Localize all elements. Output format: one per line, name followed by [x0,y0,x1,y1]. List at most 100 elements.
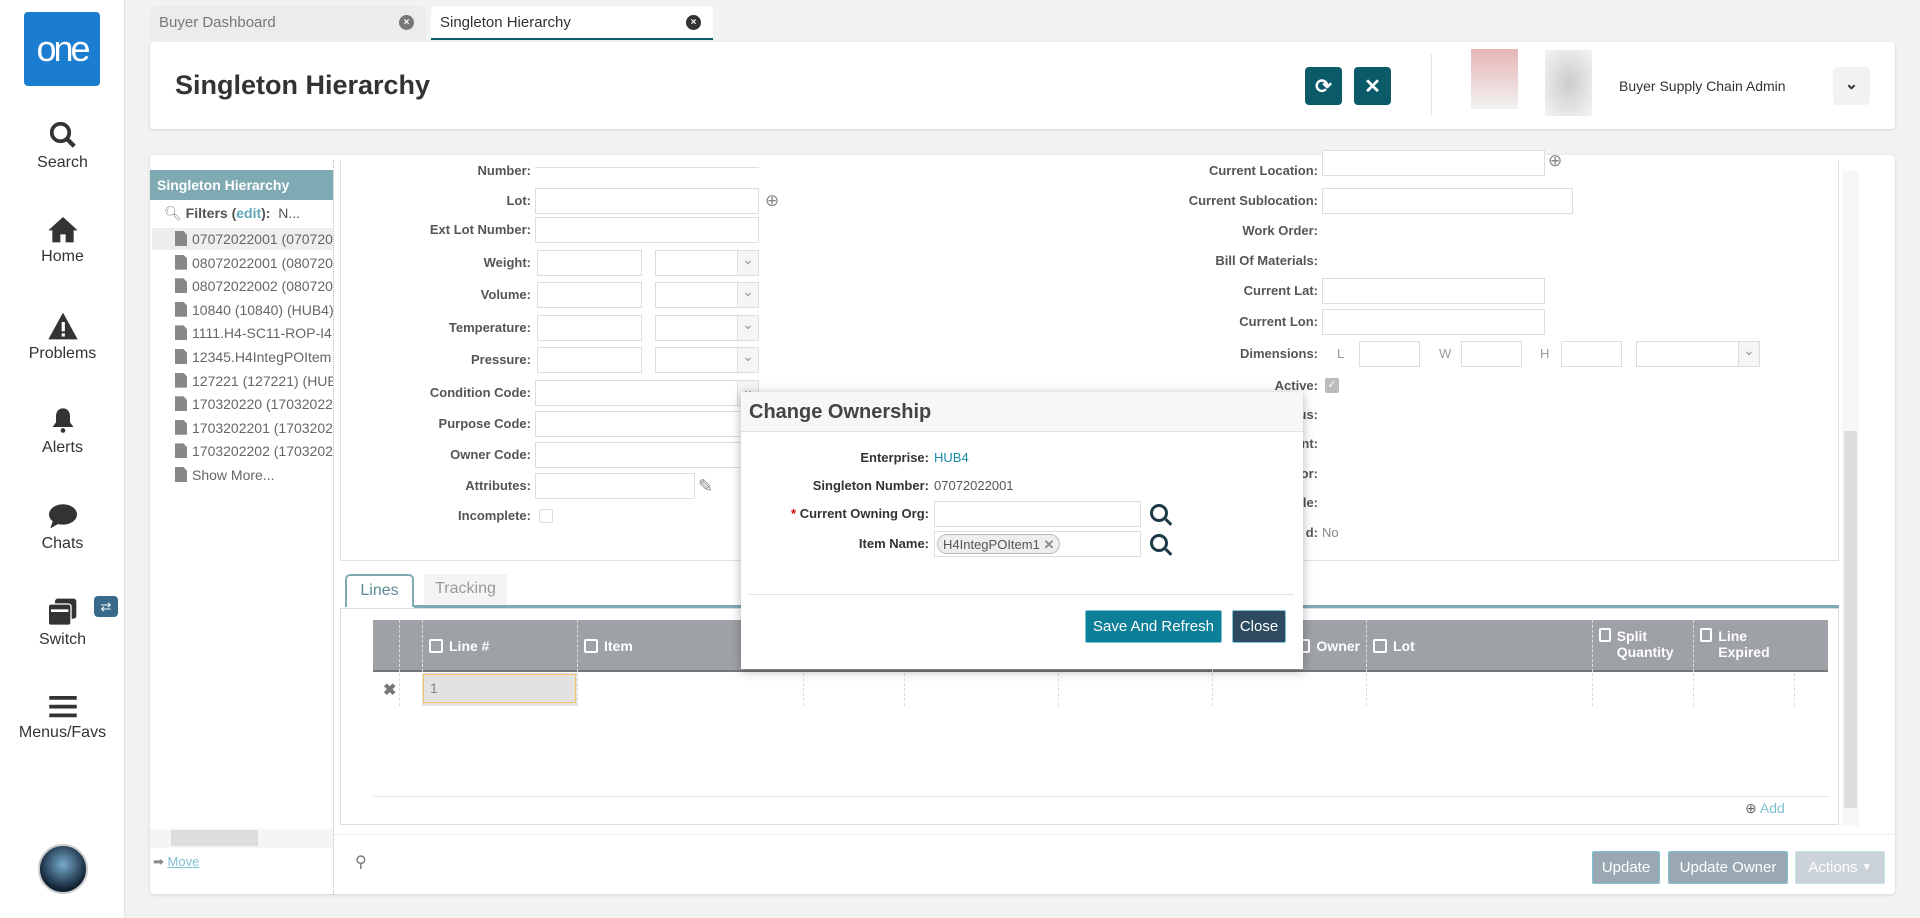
remove-chip-icon[interactable]: ✕ [1043,537,1054,552]
update-owner-button[interactable]: Update Owner [1668,851,1788,884]
input-extlotnumber[interactable] [535,217,759,243]
unit-select-temperature[interactable] [655,315,759,341]
dim-label-w: W [1439,346,1452,361]
column-label: Line Expired [1718,628,1770,660]
dimension-unit-select[interactable] [1636,341,1760,367]
refresh-button[interactable]: ⟳ [1305,67,1342,105]
scrollbar-thumb[interactable] [1844,431,1857,808]
tree-item[interactable]: 1111.H4-SC11-ROP-I4 [175,322,333,344]
label-ownercode: Owner Code: [450,447,531,462]
vertical-scrollbar[interactable] [1842,171,1859,826]
number-input[interactable] [535,148,759,168]
input-weight[interactable] [537,250,642,276]
switch-badge-icon[interactable]: ⇄ [94,596,118,617]
input-temperature[interactable] [537,315,642,341]
tab-lines[interactable]: Lines [345,574,414,607]
document-icon [175,325,187,341]
close-page-button[interactable]: ✕ [1354,67,1391,105]
column-header[interactable]: Line Expired [1693,620,1794,672]
nav-item-search[interactable]: Search [0,120,125,172]
location-pin-icon[interactable]: ⚲ [355,852,367,872]
input-attributes[interactable] [535,473,695,499]
zoom-search-icon[interactable] [1150,504,1168,522]
nav-item-menus-favs[interactable]: Menus/Favs [0,692,125,742]
tree-item[interactable]: 08072022002 (08072022002) [175,275,333,297]
dim-input-w[interactable] [1461,341,1522,367]
current-owning-org-input[interactable] [934,501,1141,527]
unit-select-pressure[interactable] [655,347,759,373]
label-temperature: Temperature: [448,320,531,335]
column-header[interactable]: Lot [1366,620,1592,672]
tree-item[interactable]: 10840 (10840) (HUB4) [175,299,333,321]
filters-edit-link[interactable]: edit [236,205,261,221]
input-current-sublocation[interactable] [1322,188,1573,214]
column-label: Lot [1393,638,1415,654]
user-role[interactable]: Buyer Supply Chain Admin [1619,78,1786,94]
delete-row-icon[interactable]: ✖ [383,680,396,700]
nav-item-problems[interactable]: Problems [0,311,125,363]
tree-item[interactable]: 170320220 (170320220) [175,393,333,415]
item-name-input[interactable]: H4IntegPOItem1 ✕ [934,531,1141,557]
select-conditioncode[interactable] [535,380,759,406]
column-label: Owner [1316,638,1360,654]
enterprise-link[interactable]: HUB4 [934,450,969,465]
input-currentlon[interactable] [1322,309,1545,335]
user-menu-chevron-down-icon[interactable]: ⌄ [1833,67,1870,105]
unit-select-volume[interactable] [655,282,759,308]
tree-item[interactable]: 12345.H4IntegPOItem [175,346,333,368]
label-conditioncode: Condition Code: [429,385,531,400]
actions-dropdown[interactable]: Actions ▼ [1795,851,1885,884]
tree-item[interactable]: 07072022001 (07072022001) [152,228,333,250]
app-logo[interactable]: one [24,12,100,86]
tree-item[interactable]: 08072022001 (08072022001) [175,252,333,274]
dim-input-l[interactable] [1359,341,1420,367]
column-divider [1058,673,1059,706]
tree-item[interactable]: 1703202202 (1703202202) [175,440,333,462]
tab-singleton-hierarchy[interactable]: Singleton Hierarchy × [431,6,713,40]
zoom-search-icon[interactable] [1150,534,1168,552]
active-checkbox[interactable]: ✓ [1325,378,1339,393]
input-volume[interactable] [537,282,642,308]
input-pressure[interactable] [537,347,642,373]
dialog-header: Change Ownership [741,392,1303,432]
input-currentlat[interactable] [1322,278,1545,304]
add-line-button[interactable]: ⊕ Add [1745,800,1785,817]
unit-select-weight[interactable] [655,250,759,276]
input-ownercode[interactable] [535,442,759,468]
location-zoom-icon[interactable]: ⊕ [1548,151,1562,171]
nav-item-chats[interactable]: Chats [0,503,125,553]
tab-tracking[interactable]: Tracking [424,574,507,605]
column-header[interactable]: Split Quantity [1592,620,1693,672]
close-tab-icon[interactable]: × [399,15,414,30]
close-dialog-button[interactable]: Close [1232,610,1286,643]
input-lot[interactable] [535,188,759,214]
line-number-value[interactable]: 1 [423,674,576,703]
tree-item[interactable]: 1703202201 (1703202201) [175,417,333,439]
close-tab-icon[interactable]: × [686,15,701,30]
nav-item-home[interactable]: Home [0,214,125,266]
save-and-refresh-button[interactable]: Save And Refresh [1085,610,1222,643]
tree-item[interactable]: 127221 (127221) (HUB4) [175,370,333,392]
update-button[interactable]: Update [1592,851,1660,884]
tree-show-more[interactable]: Show More... [175,464,333,486]
table-cell-line[interactable]: 1 [422,673,577,706]
document-icon [175,278,187,294]
tree-horizontal-scrollbar[interactable] [150,829,333,848]
page-title: Singleton Hierarchy [175,70,431,100]
scrollbar-thumb[interactable] [171,830,258,846]
lot-zoom-icon[interactable]: ⊕ [765,191,779,211]
singleton-number-label: Singleton Number: [812,478,929,493]
input-purposecode[interactable] [535,411,759,437]
edit-icon[interactable]: ✎ [698,476,713,497]
column-header[interactable]: Line # [422,620,577,672]
panel-splitter[interactable] [333,160,334,894]
user-avatar[interactable] [38,844,88,894]
dim-input-h[interactable] [1561,341,1622,367]
tab-buyer-dashboard[interactable]: Buyer Dashboard × [150,6,426,40]
enterprise-label: Enterprise: [860,450,929,465]
label-workorder: Work Order: [1242,223,1318,238]
nav-item-alerts[interactable]: Alerts [0,405,125,457]
move-link[interactable]: ➡ Move [153,854,199,870]
incomplete-checkbox[interactable] [539,509,553,523]
input-current-location[interactable] [1322,150,1545,176]
